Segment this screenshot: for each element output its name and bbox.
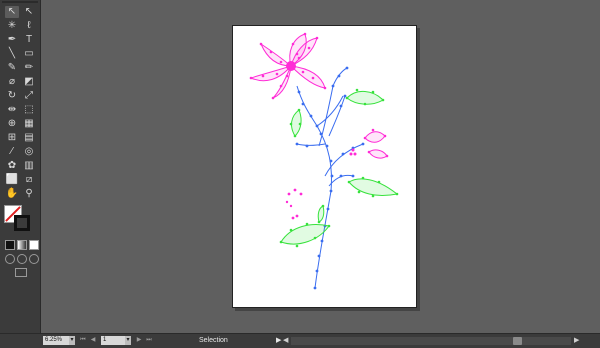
flower-illustration — [249, 32, 399, 290]
lasso-tool-icon[interactable]: ℓ — [22, 20, 36, 32]
scroll-left-icon[interactable]: ◀ — [283, 336, 288, 345]
rectangle-tool-icon[interactable]: ▭ — [22, 48, 36, 60]
artboard-dropdown-icon[interactable]: ▾ — [125, 336, 131, 345]
previous-artboard-icon[interactable]: ◀ — [89, 336, 97, 345]
direct-selection-tool-icon[interactable]: ↖ — [22, 6, 36, 18]
none-mode-icon[interactable] — [29, 240, 39, 250]
rotate-tool-icon[interactable]: ↻ — [5, 90, 19, 102]
status-bar: 6.25% ▾ ⏮ ◀ 1 ▾ ▶ ⏭ Selection ▶ ◀ ▶ — [0, 333, 600, 348]
mesh-tool-icon[interactable]: ⊞ — [5, 132, 19, 144]
zoom-tool-icon[interactable]: ⚲ — [22, 188, 36, 200]
column-graph-tool-icon[interactable]: ▥ — [22, 160, 36, 172]
type-tool-icon[interactable]: T — [22, 34, 36, 46]
eyedropper-tool-icon[interactable]: ⁄ — [5, 146, 19, 158]
slice-tool-icon[interactable]: ⧄ — [22, 174, 36, 186]
screen-mode-icon[interactable] — [15, 268, 27, 277]
selection-tool-icon[interactable]: ↖ — [5, 6, 19, 18]
status-menu-icon[interactable]: ▶ — [276, 336, 281, 345]
gradient-mode-icon[interactable] — [17, 240, 27, 250]
next-artboard-icon[interactable]: ▶ — [135, 336, 143, 345]
pen-tool-icon[interactable]: ✒ — [5, 34, 19, 46]
leaf-paths — [280, 91, 399, 245]
draw-normal-icon[interactable] — [5, 254, 15, 264]
last-artboard-icon[interactable]: ⏭ — [145, 336, 153, 345]
color-mode-icon[interactable] — [5, 240, 15, 250]
draw-inside-icon[interactable] — [29, 254, 39, 264]
zoom-dropdown-icon[interactable]: ▾ — [69, 336, 75, 345]
scroll-right-icon[interactable]: ▶ — [574, 336, 579, 345]
panel-grip[interactable] — [2, 1, 38, 3]
zoom-level-field[interactable]: 6.25% — [43, 336, 69, 345]
draw-behind-icon[interactable] — [17, 254, 27, 264]
first-artboard-icon[interactable]: ⏮ — [79, 336, 87, 345]
line-tool-icon[interactable]: ╲ — [5, 48, 19, 60]
stroke-swatch[interactable] — [14, 215, 30, 231]
horizontal-scrollbar[interactable] — [291, 337, 571, 345]
shape-builder-tool-icon[interactable]: ⊕ — [5, 118, 19, 130]
flower-center — [286, 61, 296, 71]
free-transform-tool-icon[interactable]: ⬚ — [22, 104, 36, 116]
gradient-tool-icon[interactable]: ▤ — [22, 132, 36, 144]
artboard[interactable] — [232, 25, 417, 308]
blend-tool-icon[interactable]: ◎ — [22, 146, 36, 158]
tools-panel: ↖ ↖ ✳ ℓ ✒ T ╲ ▭ ✎ ✏ ⌀ ◩ ↻ ⤢ ⇹ ⬚ ⊕ ▦ ⊞ ▤ ⁄ ◎ ✿ ▥ ⬜ ⧄ ✋ ⚲ — [0, 0, 41, 347]
pencil-tool-icon[interactable]: ✏ — [22, 62, 36, 74]
hand-tool-icon[interactable]: ✋ — [5, 188, 19, 200]
magic-wand-tool-icon[interactable]: ✳ — [5, 20, 19, 32]
width-tool-icon[interactable]: ⇹ — [5, 104, 19, 116]
blob-brush-tool-icon[interactable]: ⌀ — [5, 76, 19, 88]
eraser-tool-icon[interactable]: ◩ — [22, 76, 36, 88]
perspective-grid-tool-icon[interactable]: ▦ — [22, 118, 36, 130]
current-tool-status: Selection — [199, 337, 228, 344]
horizontal-scroll-thumb[interactable] — [513, 337, 522, 345]
paintbrush-tool-icon[interactable]: ✎ — [5, 62, 19, 74]
scale-tool-icon[interactable]: ⤢ — [22, 90, 36, 102]
vertical-scrollbar[interactable] — [588, 0, 600, 333]
symbol-sprayer-tool-icon[interactable]: ✿ — [5, 160, 19, 172]
artboard-number-field[interactable]: 1 — [101, 336, 125, 345]
artboard-tool-icon[interactable]: ⬜ — [5, 174, 19, 186]
